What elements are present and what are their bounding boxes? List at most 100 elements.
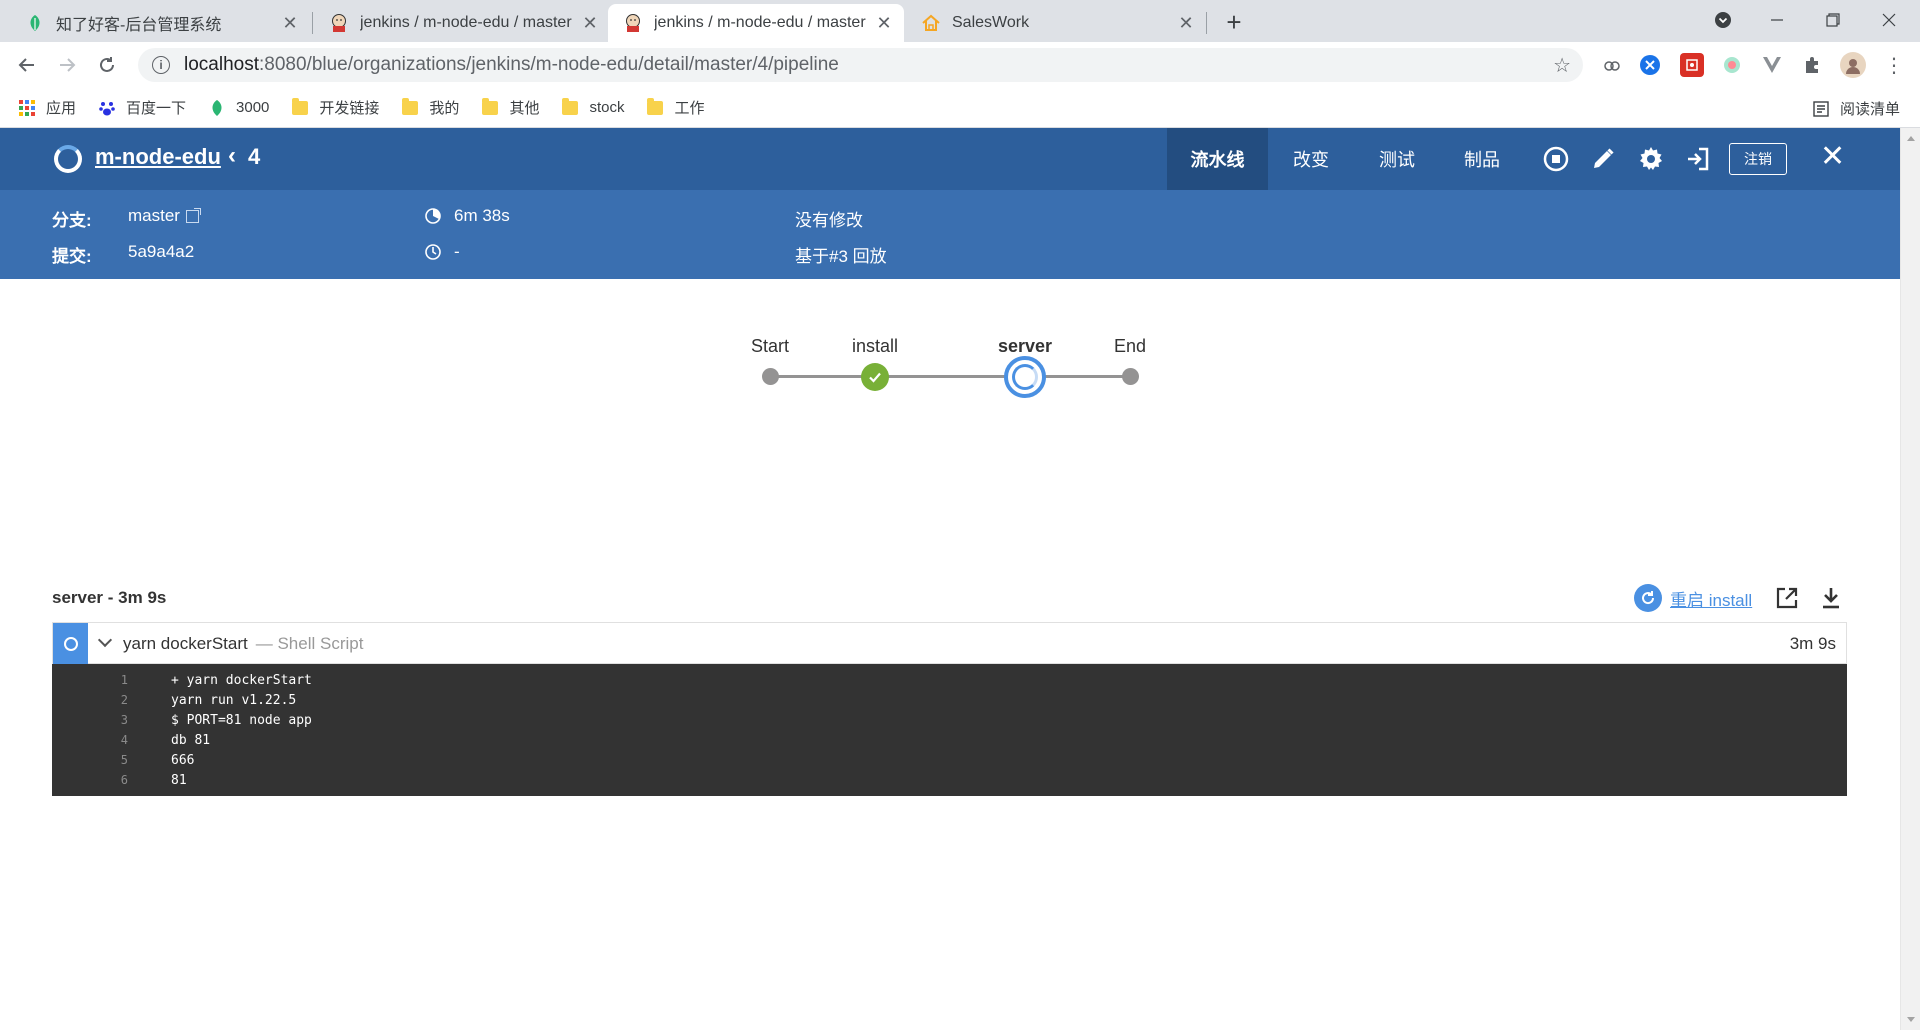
browser-tab-4[interactable]: SalesWork ✕ xyxy=(906,4,1206,42)
tab-search-button[interactable] xyxy=(1700,0,1746,40)
log-text: 666 xyxy=(171,752,195,768)
line-number[interactable]: 2 xyxy=(52,693,128,707)
browser-tab-1[interactable]: 知了好客-后台管理系统 ✕ xyxy=(10,4,310,42)
bookmark-folder-other[interactable]: 其他 xyxy=(481,97,539,118)
run-number: 4 xyxy=(248,144,261,169)
log-line: 4 db 81 xyxy=(52,730,1847,750)
chevron-left-icon: ‹ xyxy=(228,142,236,169)
stage-node-start xyxy=(761,368,779,385)
info-icon[interactable]: i xyxy=(152,56,170,74)
stage-label-server[interactable]: server xyxy=(998,336,1052,357)
line-number[interactable]: 5 xyxy=(52,753,128,767)
browser-window: 知了好客-后台管理系统 ✕ jenkins / m-node-edu / mas… xyxy=(0,0,1920,1030)
red-extension-icon[interactable] xyxy=(1680,53,1704,77)
download-icon[interactable] xyxy=(1820,586,1842,615)
commit-value[interactable]: 5a9a4a2 xyxy=(128,242,194,262)
page-scrollbar[interactable] xyxy=(1900,128,1920,1030)
close-icon[interactable]: ✕ xyxy=(1820,142,1845,172)
minimize-button[interactable] xyxy=(1754,0,1800,40)
close-icon[interactable]: ✕ xyxy=(580,13,600,33)
tab-separator xyxy=(1206,12,1207,34)
blue-extension-icon[interactable] xyxy=(1640,55,1660,75)
chevron-down-icon[interactable] xyxy=(97,632,113,648)
reading-list-label: 阅读清单 xyxy=(1839,101,1900,118)
reload-button[interactable] xyxy=(92,50,122,80)
browser-tab-3[interactable]: jenkins / m-node-edu / master ✕ xyxy=(608,4,904,42)
forward-button[interactable] xyxy=(52,50,82,80)
bookmark-folder-stock[interactable]: stock xyxy=(561,97,624,117)
edit-pencil-icon[interactable] xyxy=(1590,146,1616,172)
chevron-down-icon xyxy=(1715,12,1731,28)
close-icon[interactable]: ✕ xyxy=(1176,13,1196,33)
exit-icon[interactable] xyxy=(1685,146,1711,172)
scroll-up-icon[interactable] xyxy=(1907,136,1915,141)
tab-tests[interactable]: 测试 xyxy=(1354,128,1440,190)
tab-strip: 知了好客-后台管理系统 ✕ jenkins / m-node-edu / mas… xyxy=(0,0,1920,42)
pipeline-name-link[interactable]: m-node-edu xyxy=(95,144,221,170)
line-number[interactable]: 4 xyxy=(52,733,128,747)
url-path: :8080/blue/organizations/jenkins/m-node-… xyxy=(259,54,839,75)
stage-node-end xyxy=(1121,368,1139,385)
step-name: yarn dockerStart xyxy=(123,634,248,653)
line-number[interactable]: 3 xyxy=(52,713,128,727)
browser-tab-2[interactable]: jenkins / m-node-edu / master ✕ xyxy=(314,4,610,42)
bookmarks-bar: 应用 百度一下 3000 开发链接 我的 其他 stock 工作 阅读清单 xyxy=(0,88,1920,128)
line-number[interactable]: 1 xyxy=(52,673,128,687)
color-picker-extension-icon[interactable] xyxy=(1720,53,1744,77)
branch-value[interactable]: master xyxy=(128,206,180,226)
stage-label-install[interactable]: install xyxy=(852,336,898,357)
home-icon xyxy=(920,12,942,34)
stage-node-server[interactable] xyxy=(1004,356,1046,398)
restore-button[interactable] xyxy=(1810,0,1856,40)
close-icon[interactable]: ✕ xyxy=(874,13,894,33)
bookmark-folder-dev[interactable]: 开发链接 xyxy=(291,97,379,118)
logout-button[interactable]: 注销 xyxy=(1729,143,1787,175)
back-button[interactable] xyxy=(12,50,42,80)
changes-text: 没有修改 xyxy=(795,211,863,230)
reading-list-icon xyxy=(1813,100,1829,117)
more-vert-icon[interactable]: ⋮ xyxy=(1882,53,1906,77)
browser-toolbar: i localhost:8080/blue/organizations/jenk… xyxy=(0,42,1920,88)
log-line: 5 666 xyxy=(52,750,1847,770)
star-icon[interactable]: ☆ xyxy=(1553,53,1571,78)
tab-pipeline[interactable]: 流水线 xyxy=(1167,128,1268,190)
stage-connector xyxy=(770,375,875,378)
bookmark-label: 应用 xyxy=(46,100,77,117)
bookmark-folder-work[interactable]: 工作 xyxy=(646,97,704,118)
folder-icon xyxy=(401,97,419,117)
bookmark-apps[interactable]: 应用 xyxy=(18,97,76,118)
apps-grid-icon xyxy=(18,99,36,117)
bookmark-label: 其他 xyxy=(509,100,540,117)
tab-title: jenkins / m-node-edu / master xyxy=(360,14,572,31)
bookmark-baidu[interactable]: 百度一下 xyxy=(98,97,186,118)
new-tab-button[interactable]: + xyxy=(1220,7,1248,37)
log-line: 3 $ PORT=81 node app xyxy=(52,710,1847,730)
jenkins-icon xyxy=(328,12,350,34)
log-line: 6 81 xyxy=(52,770,1847,790)
restart-stage-button[interactable]: 重启 install xyxy=(1634,584,1752,612)
bookmark-folder-mine[interactable]: 我的 xyxy=(401,97,459,118)
vue-devtools-extension-icon[interactable] xyxy=(1760,53,1784,77)
tab-changes[interactable]: 改变 xyxy=(1268,128,1354,190)
address-bar[interactable]: i localhost:8080/blue/organizations/jenk… xyxy=(138,48,1583,82)
external-link-icon[interactable] xyxy=(185,207,201,223)
replay-text: 基于#3 回放 xyxy=(795,247,887,266)
duration-icon xyxy=(425,208,441,224)
translate-extension-icon[interactable] xyxy=(1600,53,1624,77)
gear-icon[interactable] xyxy=(1638,146,1664,172)
avatar[interactable] xyxy=(1840,52,1866,78)
reading-list-button[interactable]: 阅读清单 xyxy=(1812,98,1900,119)
puzzle-icon[interactable] xyxy=(1800,53,1824,77)
window-close-button[interactable] xyxy=(1866,0,1912,40)
clock-icon xyxy=(425,244,441,260)
stage-node-install[interactable] xyxy=(861,363,889,391)
open-external-icon[interactable] xyxy=(1775,586,1799,615)
stop-icon[interactable] xyxy=(1543,146,1569,172)
log-step-row[interactable]: yarn dockerStart — Shell Script 3m 9s xyxy=(52,622,1847,664)
scroll-down-icon[interactable] xyxy=(1907,1017,1915,1022)
close-icon[interactable]: ✕ xyxy=(280,13,300,33)
tab-artifacts[interactable]: 制品 xyxy=(1440,128,1524,190)
bookmark-3000[interactable]: 3000 xyxy=(208,99,269,117)
line-number[interactable]: 6 xyxy=(52,773,128,787)
log-text: $ PORT=81 node app xyxy=(171,712,312,728)
